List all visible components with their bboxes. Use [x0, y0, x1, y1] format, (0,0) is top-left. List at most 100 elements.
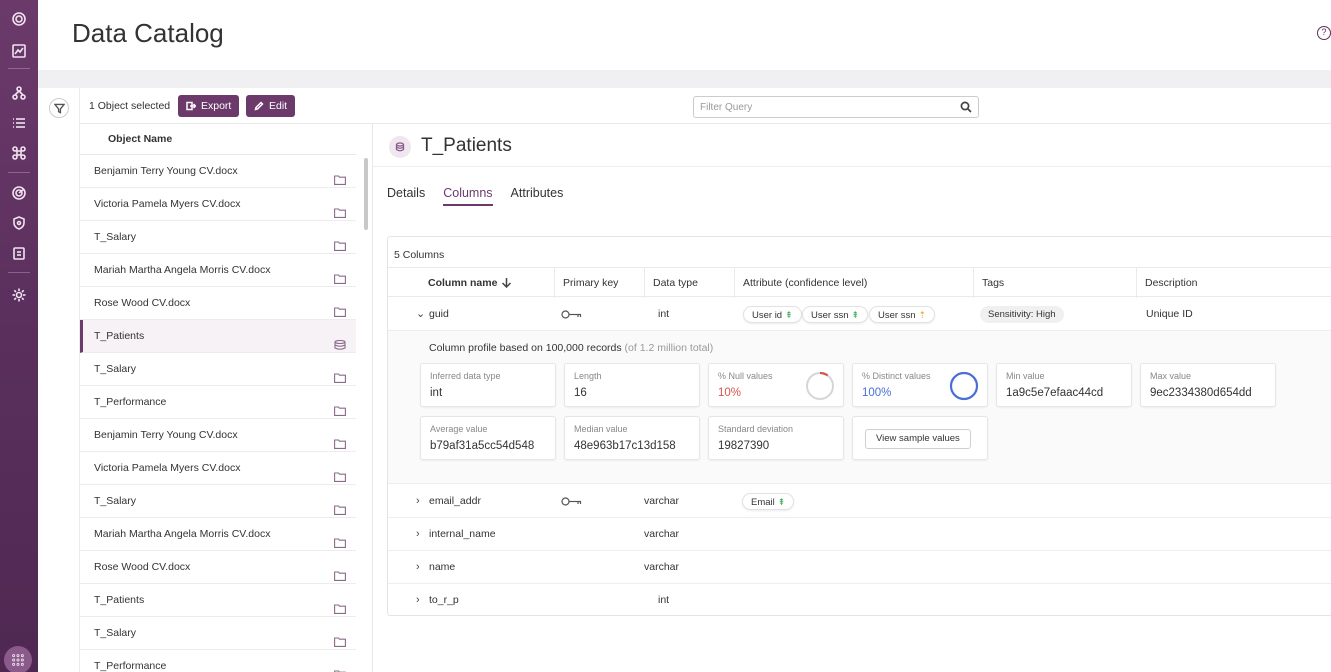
object-list-item[interactable]: Rose Wood CV.docx	[80, 287, 356, 320]
stat-card: % Distinct values 100%	[852, 363, 988, 407]
data-type: varchar	[644, 528, 680, 540]
folder-icon	[334, 529, 346, 548]
selection-count: 1 Object selected	[89, 100, 171, 112]
table-row[interactable]: › email_addr varchar Email ⇞	[388, 485, 1331, 518]
stat-card: Standard deviation 19827390	[708, 416, 844, 460]
settings-icon[interactable]	[8, 284, 30, 306]
page-title: Data Catalog	[72, 18, 224, 48]
list-icon[interactable]	[8, 112, 30, 134]
object-list-item[interactable]: T_Salary	[80, 353, 356, 386]
apps-grid-icon[interactable]	[4, 646, 32, 672]
toolbar: 1 Object selected Export Edit	[80, 88, 1331, 124]
col-header-label: Column name	[428, 277, 498, 289]
object-name: Rose Wood CV.docx	[94, 297, 191, 309]
sort-arrow-down-icon[interactable]	[501, 277, 512, 289]
rail-divider	[8, 272, 30, 273]
object-list-item[interactable]: Benjamin Terry Young CV.docx	[80, 419, 356, 452]
export-button[interactable]: Export	[178, 95, 240, 117]
chevron-right-icon[interactable]: ›	[416, 485, 420, 518]
object-list-item[interactable]: T_Patients	[80, 320, 356, 353]
logo-icon[interactable]	[8, 8, 30, 30]
tab-details[interactable]: Details	[387, 186, 425, 206]
object-list-item[interactable]: T_Salary	[80, 221, 356, 254]
object-list-item[interactable]: T_Performance	[80, 386, 356, 419]
object-list-item[interactable]: Victoria Pamela Myers CV.docx	[80, 452, 356, 485]
columns-table-header: Column name Primary key Data type Attrib…	[388, 267, 1331, 298]
column-name: guid	[429, 308, 449, 320]
radar-icon[interactable]	[8, 182, 30, 204]
object-list-item[interactable]: T_Salary	[80, 617, 356, 650]
shield-icon[interactable]	[8, 212, 30, 234]
folder-icon	[334, 496, 346, 515]
col-header-column-name[interactable]: Column name	[420, 268, 512, 298]
filter-icon[interactable]	[49, 98, 69, 118]
profile-caption-text: Column profile based on 100,000 records	[429, 342, 622, 354]
attribute-pill[interactable]: User id ⇞	[743, 306, 802, 323]
object-name-header[interactable]: Object Name	[80, 124, 356, 155]
rail-divider	[8, 172, 30, 173]
table-row[interactable]: › name varchar	[388, 551, 1331, 584]
chevron-right-icon[interactable]: ›	[416, 518, 420, 551]
tab-columns[interactable]: Columns	[443, 186, 493, 206]
object-list-item[interactable]: T_Performance	[80, 650, 356, 672]
attribute-pill[interactable]: Email ⇞	[742, 493, 795, 510]
data-type: int	[658, 594, 670, 606]
table-row[interactable]: › internal_name varchar	[388, 518, 1331, 551]
object-name: Victoria Pamela Myers CV.docx	[94, 462, 241, 474]
object-list-item[interactable]: Mariah Martha Angela Morris CV.docx	[80, 518, 356, 551]
stat-label: % Distinct values	[862, 371, 931, 381]
stat-value: 100%	[862, 387, 892, 399]
network-icon[interactable]	[8, 82, 30, 104]
edit-label: Edit	[269, 100, 288, 112]
object-list-item[interactable]: Rose Wood CV.docx	[80, 551, 356, 584]
stat-label: Length	[574, 371, 602, 381]
help-icon[interactable]: ?	[1317, 26, 1331, 40]
object-list-item[interactable]: T_Patients	[80, 584, 356, 617]
confidence-medium-icon: ⇡	[918, 310, 927, 320]
stat-card: % Null values 10%	[708, 363, 844, 407]
col-header-primary-key[interactable]: Primary key	[554, 268, 618, 298]
edit-button[interactable]: Edit	[246, 95, 296, 117]
folder-icon	[334, 298, 346, 317]
attribute-pill[interactable]: User ssn ⇡	[869, 306, 936, 323]
col-header-description[interactable]: Description	[1136, 268, 1198, 298]
stat-value: 19827390	[718, 440, 770, 452]
attribute-pill[interactable]: User ssn ⇞	[802, 306, 869, 323]
column-profile: Column profile based on 100,000 records …	[388, 331, 1331, 484]
filter-query-input[interactable]	[694, 97, 944, 117]
object-list-item[interactable]: T_Salary	[80, 485, 356, 518]
export-icon	[186, 101, 196, 111]
attribute-label: Email	[751, 497, 775, 508]
filter-query-field[interactable]	[693, 96, 979, 118]
col-header-attribute[interactable]: Attribute (confidence level)	[734, 268, 867, 298]
col-header-tags[interactable]: Tags	[973, 268, 1004, 298]
export-label: Export	[201, 100, 232, 112]
folder-icon	[334, 397, 346, 416]
table-row[interactable]: › to_r_p int	[388, 584, 1331, 617]
chevron-right-icon[interactable]: ›	[416, 551, 420, 584]
object-list-item[interactable]: Benjamin Terry Young CV.docx	[80, 155, 356, 188]
view-sample-values-button[interactable]: View sample values	[865, 429, 971, 449]
confidence-high-icon: ⇞	[851, 310, 860, 320]
object-name: T_Patients	[94, 594, 145, 606]
confidence-high-icon: ⇞	[777, 497, 786, 507]
tag-pill[interactable]: Sensitivity: High	[980, 306, 1064, 323]
column-name: internal_name	[429, 528, 496, 540]
command-icon[interactable]	[8, 142, 30, 164]
title-divider	[373, 166, 1331, 167]
search-icon[interactable]	[960, 101, 972, 113]
col-header-data-type[interactable]: Data type	[644, 268, 698, 298]
pencil-icon	[254, 101, 264, 111]
clipboard-icon[interactable]	[8, 242, 30, 264]
object-list-item[interactable]: Victoria Pamela Myers CV.docx	[80, 188, 356, 221]
object-list-scrollbar[interactable]	[364, 158, 368, 230]
object-name: Benjamin Terry Young CV.docx	[94, 165, 238, 177]
object-list-item[interactable]: Mariah Martha Angela Morris CV.docx	[80, 254, 356, 287]
dashboard-icon[interactable]	[8, 40, 30, 62]
table-row[interactable]: ⌄ guid int User id ⇞ User ssn ⇞ User ssn ⇡ …	[388, 298, 1331, 331]
tab-attributes[interactable]: Attributes	[511, 186, 564, 206]
folder-icon	[334, 463, 346, 482]
chevron-right-icon[interactable]: ›	[416, 584, 420, 617]
chevron-down-icon[interactable]: ⌄	[416, 298, 425, 331]
attribute-label: User id	[752, 310, 783, 321]
